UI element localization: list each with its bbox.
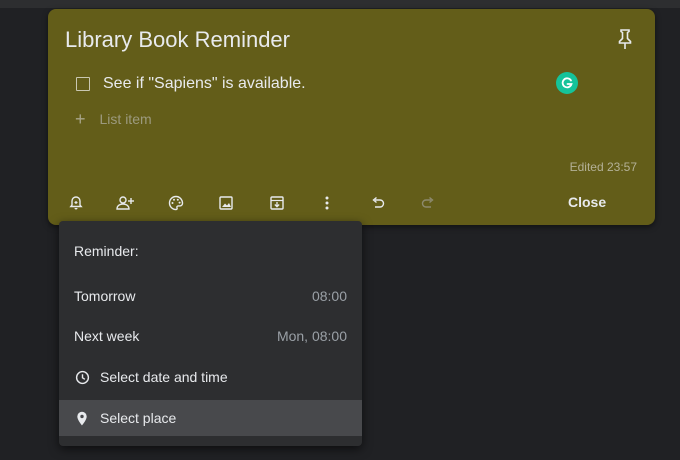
more-icon[interactable] — [316, 192, 338, 214]
reminder-menu: Reminder: Tomorrow 08:00 Next week Mon, … — [59, 221, 362, 446]
redo-icon[interactable] — [417, 192, 439, 214]
grammarly-icon[interactable] — [556, 72, 578, 94]
edited-timestamp: Edited 23:57 — [569, 160, 637, 174]
palette-icon[interactable] — [165, 192, 187, 214]
add-list-item[interactable]: + List item — [75, 110, 152, 128]
top-strip — [0, 0, 680, 8]
undo-icon[interactable] — [367, 192, 389, 214]
archive-icon[interactable] — [266, 192, 288, 214]
reminder-option-next-week[interactable]: Next week Mon, 08:00 — [59, 318, 362, 354]
note-title[interactable]: Library Book Reminder — [65, 27, 290, 53]
collaborator-icon[interactable] — [114, 192, 136, 214]
option-label: Tomorrow — [74, 288, 136, 304]
pin-icon[interactable] — [615, 27, 635, 51]
option-label: Next week — [74, 328, 140, 344]
option-label: Select date and time — [100, 369, 228, 385]
option-time: Mon, 08:00 — [276, 328, 347, 344]
reminder-option-select-date-time[interactable]: Select date and time — [59, 359, 362, 395]
clock-icon — [74, 369, 90, 385]
plus-icon: + — [75, 109, 86, 129]
image-icon[interactable] — [215, 192, 237, 214]
checklist-item-text[interactable]: See if "Sapiens" is available. — [103, 75, 306, 93]
remind-me-icon[interactable] — [65, 192, 87, 214]
item-checkbox[interactable] — [76, 77, 90, 91]
reminder-option-select-place[interactable]: Select place — [59, 400, 362, 436]
add-item-placeholder: List item — [99, 111, 152, 127]
note-card: Library Book Reminder See if "Sapiens" i… — [48, 9, 655, 225]
checklist-item: See if "Sapiens" is available. — [76, 75, 306, 93]
place-icon — [74, 410, 90, 426]
reminder-heading: Reminder: — [74, 243, 139, 259]
reminder-option-tomorrow[interactable]: Tomorrow 08:00 — [59, 278, 362, 314]
option-time: 08:00 — [311, 288, 347, 304]
close-button[interactable]: Close — [562, 192, 612, 212]
option-label: Select place — [100, 410, 177, 426]
